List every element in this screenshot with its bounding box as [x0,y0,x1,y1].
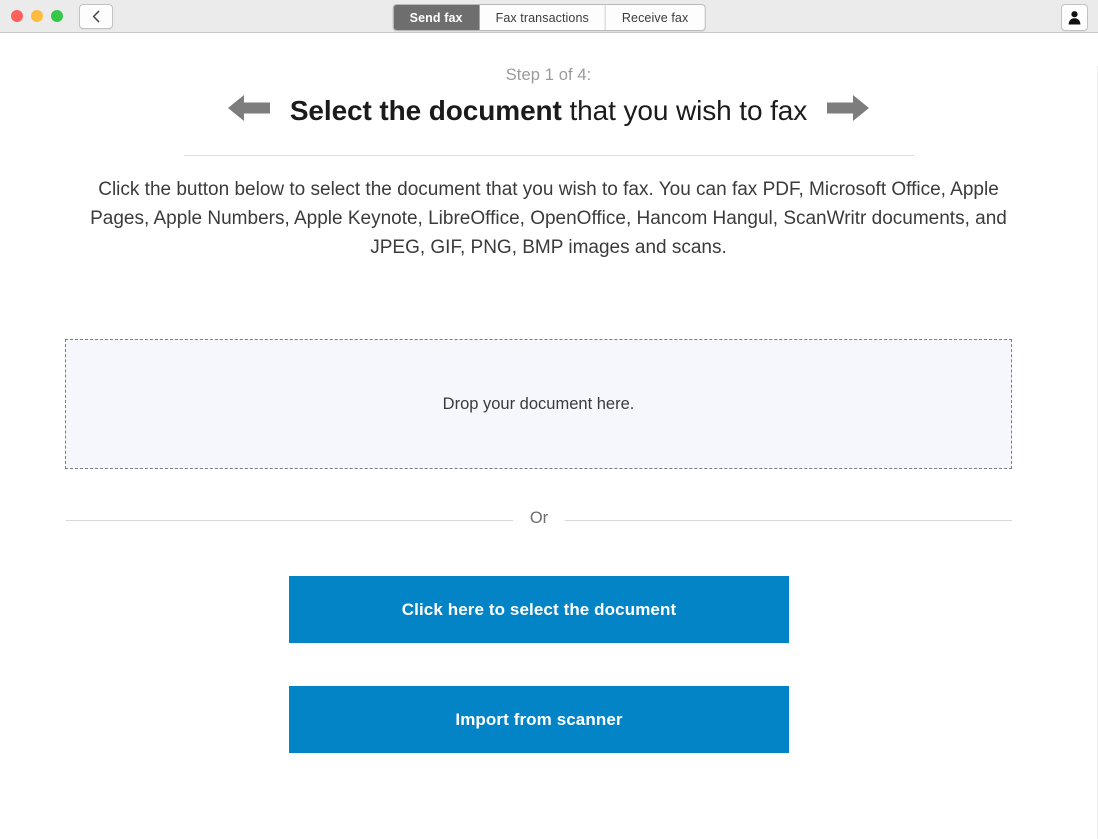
or-separator-line-left [66,520,513,521]
close-window-button[interactable] [11,10,23,22]
tab-fax-transactions[interactable]: Fax transactions [479,5,606,30]
back-button[interactable] [79,3,113,29]
minimize-window-button[interactable] [31,10,43,22]
user-account-button[interactable] [1061,4,1088,31]
import-from-scanner-button[interactable]: Import from scanner [289,686,789,753]
or-separator-line-right [565,520,1012,521]
header-divider [183,155,914,156]
maximize-window-button[interactable] [51,10,63,22]
description-text: Click the button below to select the doc… [90,179,1007,258]
tab-receive-fax[interactable]: Receive fax [605,5,705,30]
step-indicator: Step 1 of 4: [505,66,592,84]
or-separator-label: Or [529,509,549,527]
wizard-header-row: Select the document that you wish to fax [0,92,1097,129]
page-title-rest: that you wish to fax [561,94,808,126]
or-separator: Or [66,509,1012,530]
main-tab-bar[interactable]: Send fax Fax transactions Receive fax [392,4,706,31]
dropzone-label: Drop your document here. [442,394,635,413]
arrow-right-icon[interactable] [827,92,870,129]
tab-send-fax[interactable]: Send fax [393,5,480,30]
main-content-area: Step 1 of 4: Select the document that yo… [0,66,1098,839]
document-dropzone[interactable]: Drop your document here. [65,339,1012,469]
user-avatar-icon [1067,10,1082,25]
page-title-strong: Select the document [289,94,562,126]
chevron-left-icon [91,10,102,23]
page-title: Select the document that you wish to fax [290,95,807,127]
arrow-left-icon[interactable] [227,92,270,129]
app-window: Send fax Fax transactions Receive fax St… [0,0,1098,839]
traffic-light-group [0,10,63,22]
select-document-button[interactable]: Click here to select the document [289,576,789,643]
window-titlebar: Send fax Fax transactions Receive fax [0,0,1098,33]
